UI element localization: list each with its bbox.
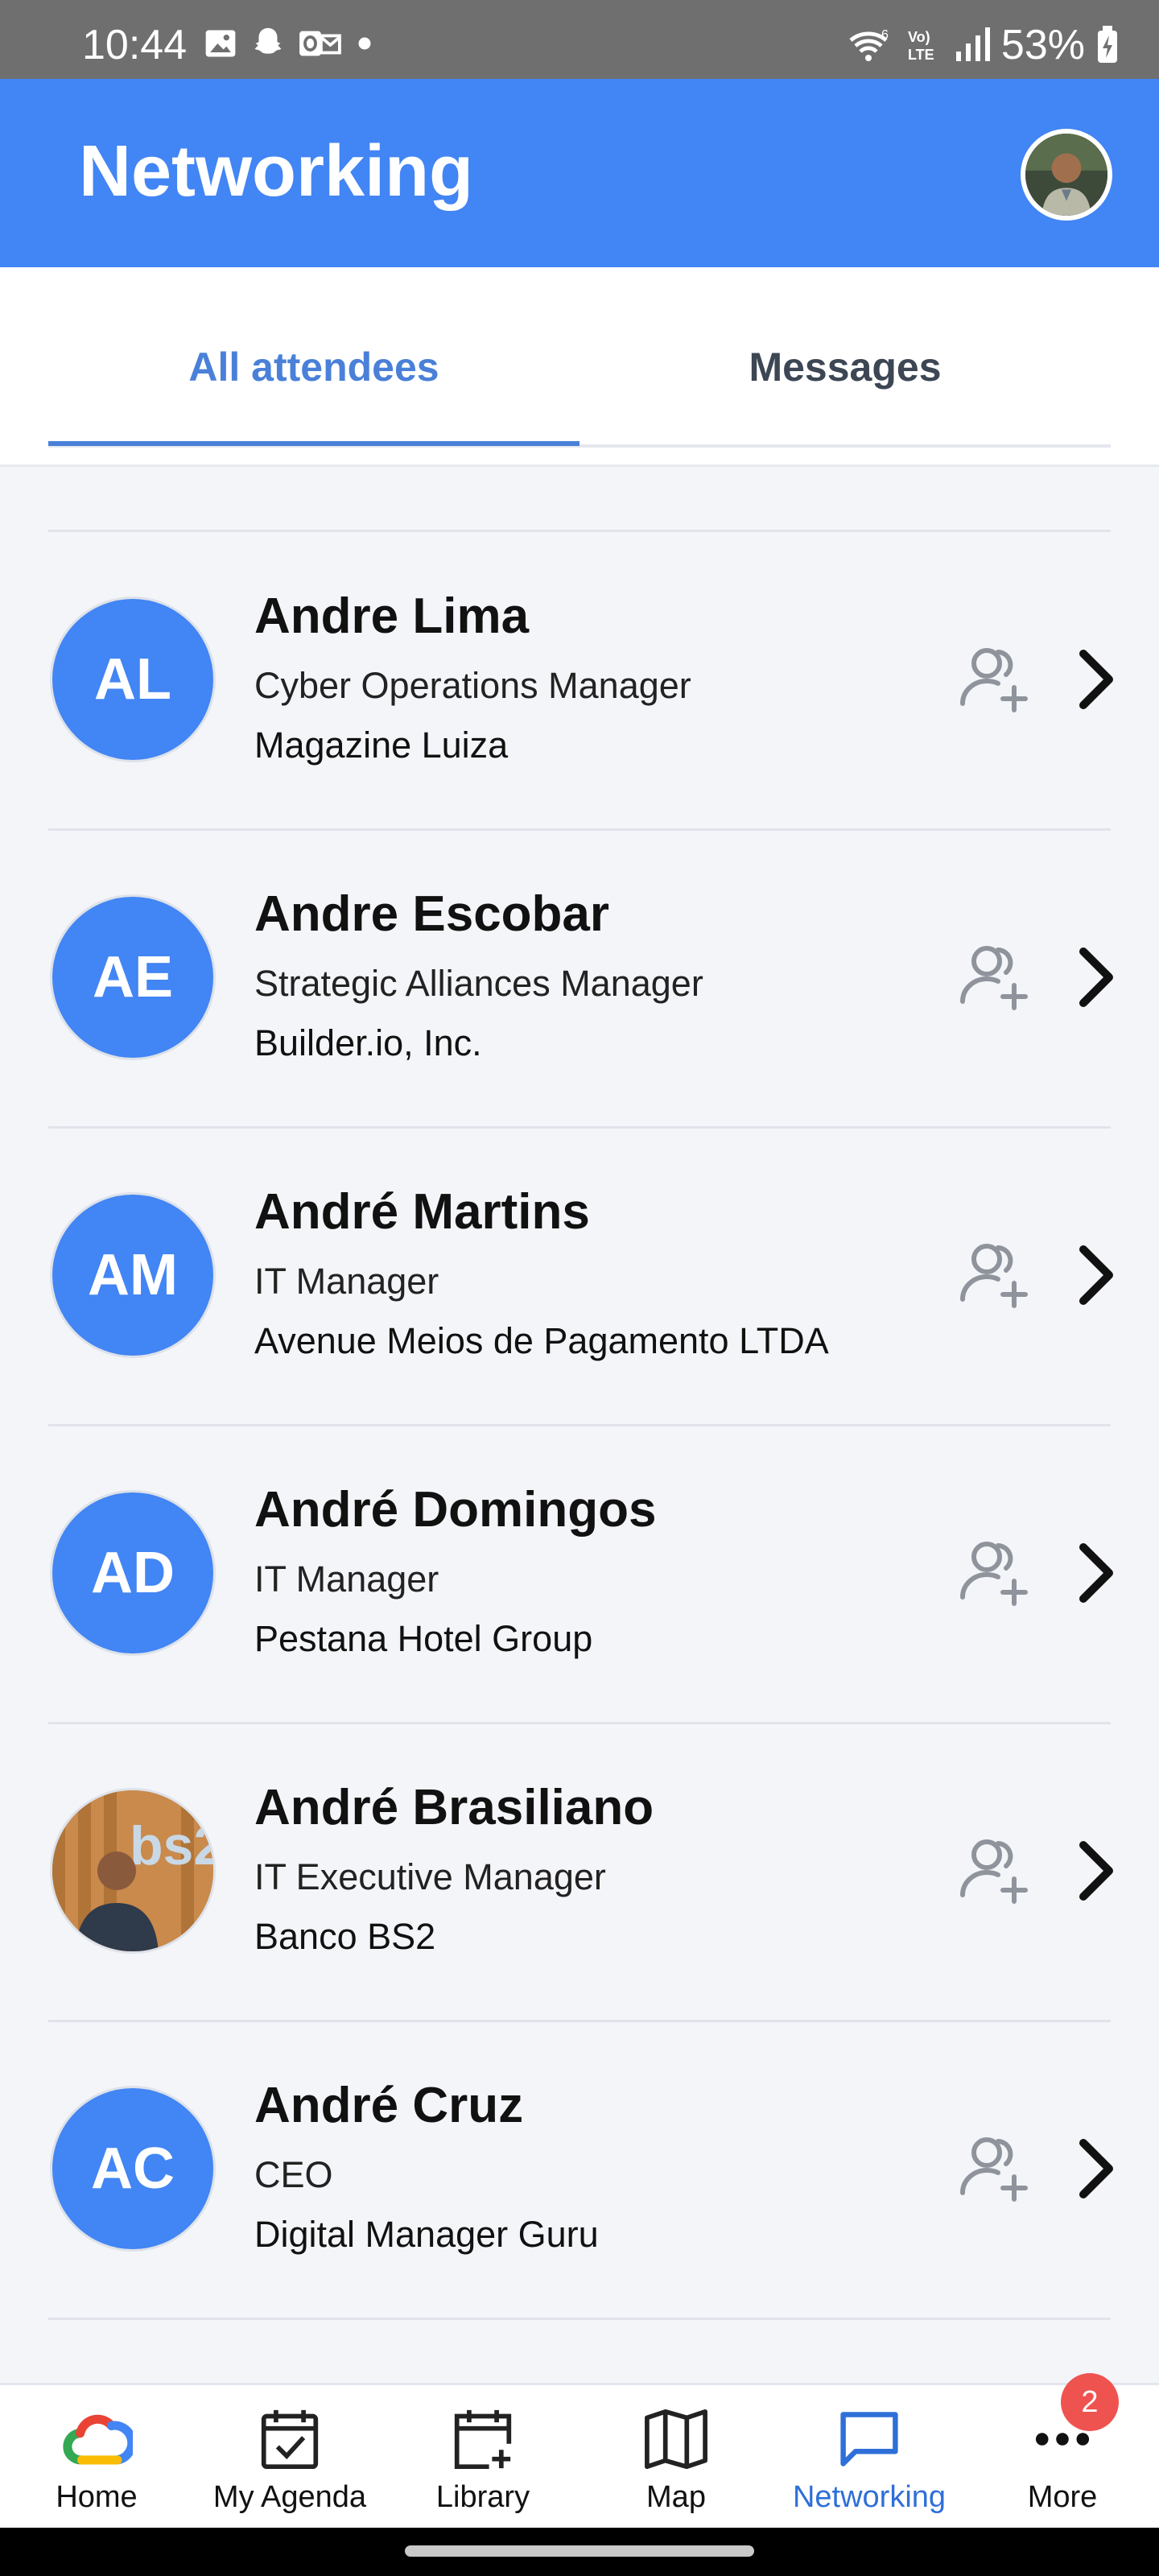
chevron-right-icon[interactable]: [1067, 647, 1125, 712]
attendee-avatar: AL: [50, 597, 216, 762]
svg-text:bs2: bs2: [130, 1815, 213, 1876]
nav-library[interactable]: Library: [386, 2385, 580, 2530]
nav-label: Home: [56, 2480, 138, 2514]
nav-label: Library: [435, 2480, 530, 2514]
attendee-name: André Cruz: [254, 2078, 524, 2133]
attendee-name: Andre Lima: [254, 588, 530, 644]
bottom-nav: Home My Agenda Library Map Networking Mo…: [0, 2383, 1159, 2528]
nav-label: Networking: [792, 2480, 947, 2514]
attendee-title: Cyber Operations Manager: [254, 665, 691, 706]
map-icon: [640, 2403, 712, 2475]
calendar-check-icon: [254, 2403, 326, 2475]
chevron-right-icon[interactable]: [1067, 2136, 1125, 2201]
svg-text:6: 6: [881, 28, 889, 42]
attendee-row[interactable]: AD André Domingos IT Manager Pestana Hot…: [0, 1426, 1159, 1724]
attendee-company: Pestana Hotel Group: [254, 1618, 593, 1659]
app-header: Networking: [0, 79, 1159, 267]
divider: [48, 530, 1111, 532]
attendee-avatar: AC: [50, 2086, 216, 2252]
attendee-title: IT Manager: [254, 1261, 439, 1302]
attendee-name: André Domingos: [254, 1482, 657, 1538]
nav-map[interactable]: Map: [580, 2385, 773, 2530]
system-icons: 6 Vo) LTE 53%: [847, 21, 1119, 69]
chevron-right-icon[interactable]: [1067, 1839, 1125, 1903]
attendee-name: Andre Escobar: [254, 886, 610, 942]
nav-label: My Agenda: [212, 2480, 367, 2514]
wifi-icon: 6: [849, 28, 889, 61]
attendee-company: Magazine Luiza: [254, 724, 509, 766]
chevron-right-icon[interactable]: [1067, 1541, 1125, 1605]
page-title: Networking: [79, 131, 474, 212]
attendee-row[interactable]: bs2 André Brasiliano IT Executive Manage…: [0, 1724, 1159, 2022]
dot-icon: [358, 37, 371, 50]
add-connection-icon[interactable]: [955, 1533, 1032, 1610]
attendee-name: André Brasiliano: [254, 1780, 654, 1835]
notification-badge: 2: [1061, 2373, 1119, 2431]
attendee-avatar: AD: [50, 1490, 216, 1656]
signal-icon: [955, 27, 990, 61]
google-cloud-icon: [60, 2403, 133, 2475]
attendee-row[interactable]: AM André Martins IT Manager Avenue Meios…: [0, 1129, 1159, 1426]
add-connection-icon[interactable]: [955, 937, 1032, 1014]
svg-text:LTE: LTE: [908, 47, 934, 63]
attendee-title: CEO: [254, 2154, 333, 2195]
gallery-icon: [205, 30, 236, 57]
attendee-row[interactable]: AE Andre Escobar Strategic Alliances Man…: [0, 831, 1159, 1129]
chevron-right-icon[interactable]: [1067, 1243, 1125, 1307]
nav-home[interactable]: Home: [0, 2385, 193, 2530]
attendee-avatar: AE: [50, 894, 216, 1060]
nav-my-agenda[interactable]: My Agenda: [193, 2385, 386, 2530]
tab-all-attendees[interactable]: All attendees: [48, 267, 580, 467]
attendee-avatar: AM: [50, 1192, 216, 1358]
attendee-title: Strategic Alliances Manager: [254, 963, 703, 1004]
attendee-company: Banco BS2: [254, 1916, 436, 1957]
home-gesture-handle[interactable]: [405, 2545, 754, 2557]
add-connection-icon[interactable]: [955, 1831, 1032, 1908]
attendee-row[interactable]: AC André Cruz CEO Digital Manager Guru: [0, 2022, 1159, 2320]
attendee-title: IT Executive Manager: [254, 1856, 606, 1897]
add-connection-icon[interactable]: [955, 1235, 1032, 1312]
attendee-photo: bs2: [50, 1788, 216, 1954]
nav-label: More: [1027, 2480, 1098, 2514]
nav-label: Map: [646, 2480, 706, 2514]
attendee-company: Digital Manager Guru: [254, 2214, 599, 2255]
attendee-title: IT Manager: [254, 1558, 439, 1600]
notification-icons: [203, 24, 377, 63]
battery-icon: [1098, 26, 1117, 63]
profile-photo: [1025, 134, 1107, 216]
svg-text:Vo): Vo): [908, 29, 930, 45]
add-connection-icon[interactable]: [955, 2128, 1032, 2206]
battery-percent: 53%: [1000, 22, 1085, 68]
calendar-plus-icon: [447, 2403, 519, 2475]
chevron-right-icon[interactable]: [1067, 945, 1125, 1009]
active-tab-indicator: [48, 441, 580, 446]
volte-icon: Vo) LTE: [908, 29, 934, 63]
divider: [48, 2318, 1111, 2320]
attendee-photo-image: bs2: [52, 1790, 213, 1951]
status-bar: 10:44 6 Vo) LTE 53%: [0, 0, 1159, 79]
attendee-list[interactable]: AL Andre Lima Cyber Operations Manager M…: [0, 467, 1159, 2383]
add-connection-icon[interactable]: [955, 639, 1032, 716]
system-navigation-bar: [0, 2528, 1159, 2576]
attendee-name: André Martins: [254, 1184, 590, 1240]
attendee-company: Builder.io, Inc.: [254, 1022, 482, 1063]
nav-networking[interactable]: Networking: [773, 2385, 966, 2530]
profile-avatar[interactable]: [1021, 129, 1112, 221]
tab-bar: All attendees Messages: [0, 267, 1159, 467]
snapchat-icon: [254, 27, 282, 54]
chat-icon: [833, 2403, 905, 2475]
tab-messages[interactable]: Messages: [580, 267, 1111, 467]
status-time: 10:44: [82, 22, 188, 68]
outlook-icon: [299, 31, 341, 56]
attendee-company: Avenue Meios de Pagamento LTDA: [254, 1320, 829, 1361]
attendee-row[interactable]: AL Andre Lima Cyber Operations Manager M…: [0, 533, 1159, 831]
